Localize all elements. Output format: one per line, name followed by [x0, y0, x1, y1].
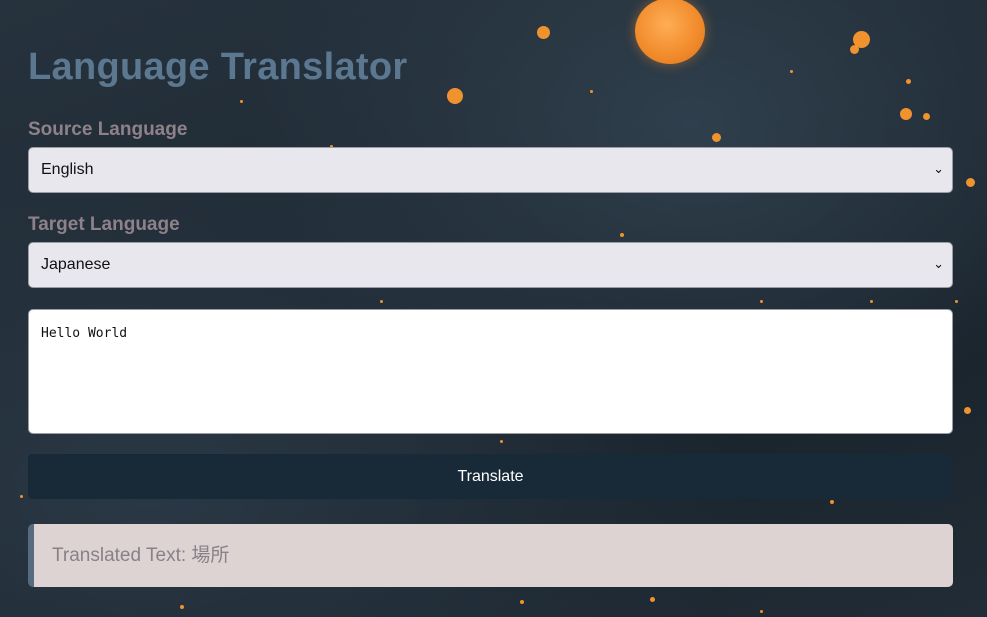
- translation-result: Translated Text: 場所: [28, 524, 953, 587]
- source-language-select[interactable]: English ⌄: [28, 147, 953, 193]
- orb-decoration: [712, 133, 721, 142]
- orb-decoration: [240, 100, 243, 103]
- orb-decoration: [620, 233, 624, 237]
- orb-decoration: [966, 178, 975, 187]
- orb-decoration: [590, 90, 593, 93]
- orb-decoration: [500, 440, 503, 443]
- moon-icon: [635, 0, 705, 64]
- target-language-label: Target Language: [28, 214, 180, 235]
- orb-decoration: [900, 108, 912, 120]
- orb-decoration: [850, 45, 859, 54]
- orb-decoration: [964, 407, 971, 414]
- chevron-down-icon: ⌄: [933, 257, 944, 272]
- orb-decoration: [790, 70, 793, 73]
- orb-decoration: [520, 600, 524, 604]
- orb-decoration: [853, 31, 870, 48]
- source-language-label: Source Language: [28, 119, 188, 140]
- orb-decoration: [923, 113, 930, 120]
- result-prefix: Translated Text:: [52, 545, 192, 566]
- orb-decoration: [650, 597, 655, 602]
- orb-decoration: [906, 79, 911, 84]
- page-title: Language Translator: [28, 46, 408, 88]
- orb-decoration: [20, 495, 23, 498]
- result-text: 場所: [191, 545, 230, 566]
- chevron-down-icon: ⌄: [933, 162, 944, 177]
- orb-decoration: [380, 300, 383, 303]
- orb-decoration: [180, 605, 184, 609]
- orb-decoration: [870, 300, 873, 303]
- target-language-value: Japanese: [41, 256, 111, 273]
- orb-decoration: [537, 26, 550, 39]
- target-language-select[interactable]: Japanese ⌄: [28, 242, 953, 288]
- orb-decoration: [955, 300, 958, 303]
- orb-decoration: [760, 610, 763, 613]
- orb-decoration: [447, 88, 463, 104]
- source-language-value: English: [41, 161, 94, 178]
- translate-button[interactable]: Translate: [28, 454, 953, 499]
- source-text-input[interactable]: Hello World: [28, 309, 953, 434]
- orb-decoration: [760, 300, 763, 303]
- orb-decoration: [830, 500, 834, 504]
